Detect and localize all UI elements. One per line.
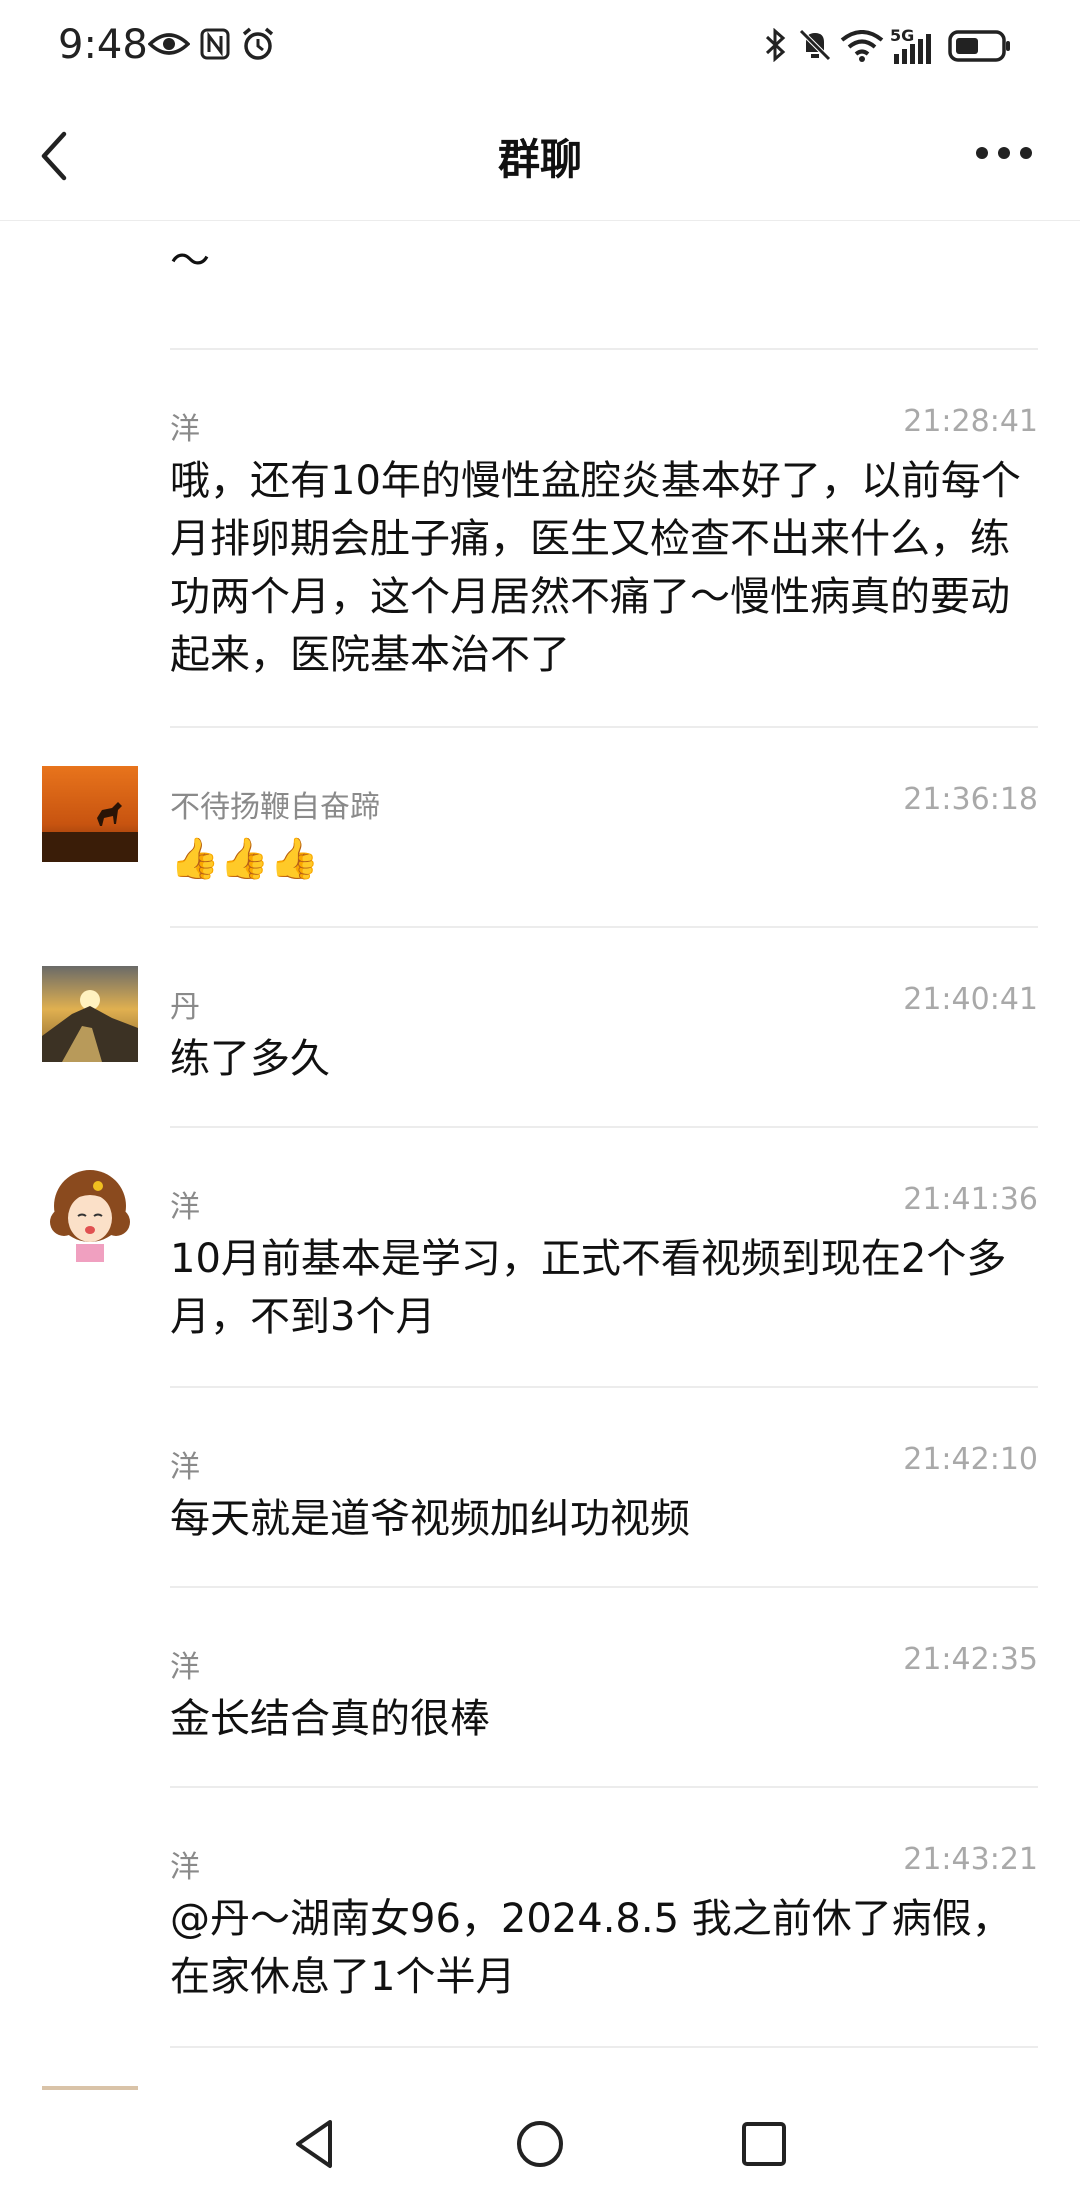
circle-home-icon[interactable] [508, 2112, 572, 2176]
message-time: 21:36:18 [903, 782, 1038, 817]
partial-message-text: 量的群，每天一起打卡，感恩😊忍不住想分享的～ [170, 220, 1012, 284]
message-item[interactable] [0, 2046, 1080, 2090]
sender-name: 洋 [170, 1650, 200, 1685]
message-time: 21:43:21 [903, 1842, 1038, 1877]
status-time: 9:48 [58, 22, 148, 68]
wifi-icon [840, 30, 884, 62]
message-item[interactable]: 洋 21:42:35 金长结合真的很棒 [0, 1586, 1080, 1786]
message-item[interactable]: 洋 21:28:41 哦，还有10年的慢性盆腔炎基本好了，以前每个月排卵期会肚子… [0, 348, 1080, 726]
message-item[interactable]: 丹 21:40:41 练了多久 [0, 926, 1080, 1126]
sender-name: 丹 [170, 990, 200, 1025]
message-text: 10月前基本是学习，正式不看视频到现在2个多月，不到3个月 [170, 1236, 1007, 1340]
message-time: 21:41:36 [903, 1182, 1038, 1217]
system-nav-bar [0, 2090, 1080, 2204]
message-item[interactable]: 洋 21:42:10 每天就是道爷视频加纠功视频 [0, 1386, 1080, 1586]
message-text: 练了多久 [170, 1036, 330, 1082]
divider [170, 1126, 1038, 1128]
triangle-back-icon[interactable] [284, 2112, 348, 2176]
message-time: 21:28:41 [903, 404, 1038, 439]
chat-screen: 9:48 5G 群聊 ～ 洋 21:28:41 哦，还有10年的慢性盆腔炎基本好… [0, 0, 1080, 2204]
mute-icon [799, 29, 831, 61]
message-item[interactable]: 洋 21:43:21 @丹～湖南女96，2024.8.5 我之前休了病假，在家休… [0, 1786, 1080, 2046]
nfc-icon [200, 28, 230, 60]
divider [170, 726, 1038, 728]
battery-icon [948, 30, 1010, 62]
message-time: 21:42:10 [903, 1442, 1038, 1477]
sender-name: 不待扬鞭自奋蹄 [170, 790, 380, 825]
divider [170, 2046, 1038, 2048]
message-text: @丹～湖南女96，2024.8.5 我之前休了病假，在家休息了1个半月 [170, 1896, 1012, 2000]
divider [170, 1786, 1038, 1788]
chat-header: 群聊 [0, 92, 1080, 221]
message-text: 哦，还有10年的慢性盆腔炎基本好了，以前每个月排卵期会肚子痛，医生又检查不出来什… [170, 458, 1021, 678]
signal-5g-icon [894, 34, 931, 64]
message-text: 👍👍👍 [170, 836, 320, 882]
sunset-horse-avatar[interactable] [42, 766, 138, 862]
divider [170, 926, 1038, 928]
divider [170, 348, 1038, 350]
square-recents-icon[interactable] [732, 2112, 796, 2176]
more-horizontal-icon[interactable] [974, 138, 1034, 168]
message-item[interactable]: 洋 21:41:36 10月前基本是学习，正式不看视频到现在2个多月，不到3个月 [0, 1126, 1080, 1386]
alarm-icon [242, 27, 274, 60]
sender-name: 洋 [170, 1450, 200, 1485]
message-time: 21:40:41 [903, 982, 1038, 1017]
status-bar: 9:48 5G [0, 0, 1080, 92]
message-item[interactable]: 不待扬鞭自奋蹄 21:36:18 👍👍👍 [0, 726, 1080, 926]
sender-name: 洋 [170, 1190, 200, 1225]
bluetooth-icon [765, 28, 786, 62]
message-list[interactable]: 量的群，每天一起打卡，感恩😊忍不住想分享的～ 洋 21:28:41 哦，还有10… [0, 220, 1080, 2090]
message-text: 金长结合真的很棒 [170, 1696, 490, 1742]
sender-name: 洋 [170, 412, 200, 447]
page-title: 群聊 [497, 135, 582, 184]
mountain-sunrise-avatar[interactable] [42, 966, 138, 1062]
message-text: 每天就是道爷视频加纠功视频 [170, 1496, 690, 1542]
message-time: 21:42:35 [903, 1642, 1038, 1677]
sender-name: 洋 [170, 1850, 200, 1885]
cartoon-girl-avatar[interactable] [42, 1166, 138, 1262]
eye-icon [148, 33, 190, 55]
divider [170, 1386, 1038, 1388]
divider [170, 1586, 1038, 1588]
